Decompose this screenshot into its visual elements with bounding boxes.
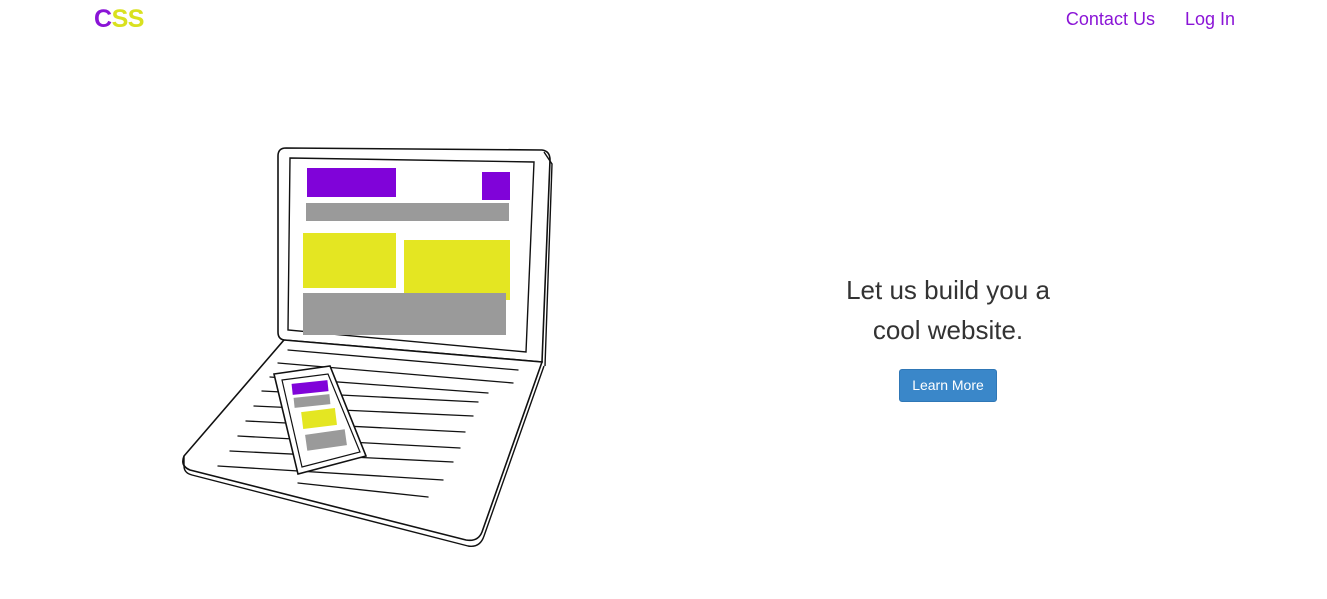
nav-log-in-link[interactable]: Log In [1185, 8, 1235, 30]
nav-contact-us-link[interactable]: Contact Us [1066, 8, 1155, 30]
screen-nav-bar [306, 203, 509, 221]
screen-right-block [404, 240, 510, 300]
top-nav: Contact Us Log In [1066, 8, 1235, 30]
logo[interactable]: CSS [94, 4, 144, 34]
hero-title: Let us build you a cool website. [846, 275, 1050, 345]
screen-header-block [307, 168, 396, 197]
laptop-with-phone-illustration [182, 147, 553, 547]
learn-more-button[interactable]: Learn More [899, 369, 997, 402]
screen-footer-block [303, 293, 506, 335]
logo-ss: SS [111, 5, 145, 33]
screen-left-block [303, 233, 396, 288]
logo-c: C [94, 5, 112, 33]
hero: Let us build you a cool website. Learn M… [800, 270, 1096, 402]
screen-menu-block [482, 172, 510, 200]
page: CSS Contact Us Log In Let us build you a… [0, 0, 1327, 599]
